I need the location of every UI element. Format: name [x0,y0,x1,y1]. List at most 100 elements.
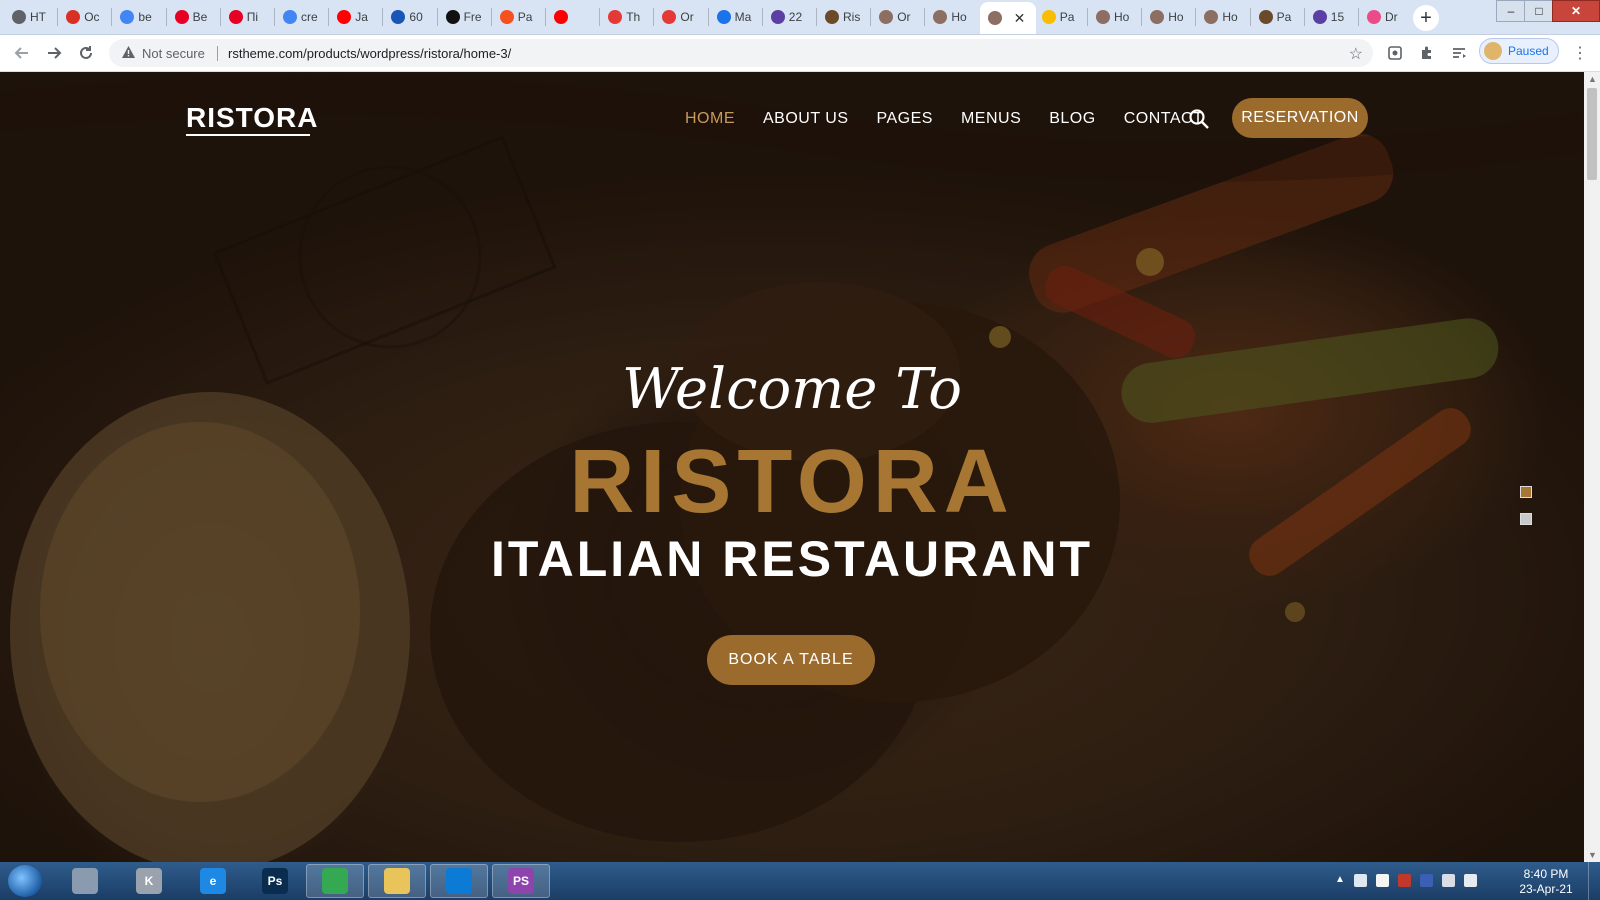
page-scrollbar[interactable]: ▲ ▼ [1584,72,1600,862]
browser-tab[interactable]: HT [4,4,54,30]
nav-home[interactable]: HOME [685,110,735,128]
new-tab-button[interactable]: + [1413,5,1439,31]
tab-title: cre [301,10,318,24]
browser-tab[interactable]: Fre [438,4,488,30]
browser-tab[interactable] [546,4,596,30]
browser-tab[interactable]: Ho [925,4,975,30]
warning-icon[interactable] [121,45,136,64]
taskbar-file-explorer-button[interactable] [368,864,426,898]
taskbar-internet-explorer-button[interactable]: e [184,864,242,898]
browser-tab[interactable]: Пі [221,4,271,30]
reading-list-icon[interactable] [1449,43,1469,63]
tab-title: 22 [788,10,803,24]
tab-title: Ho [1222,10,1238,24]
search-icon[interactable] [1188,108,1210,130]
security-label[interactable]: Not secure [142,46,205,61]
taskbar-chrome-button[interactable] [306,864,364,898]
language-flag-icon[interactable] [1420,874,1433,887]
browser-tab[interactable]: 22 [763,4,813,30]
browser-tab[interactable]: 60 [383,4,433,30]
browser-tab[interactable]: cre [275,4,325,30]
window-minimize-button[interactable]: – [1496,0,1526,22]
r-icon [879,10,894,24]
nav-pages[interactable]: PAGES [877,110,933,128]
dribbble-icon [1367,10,1381,24]
profile-paused-button[interactable]: Paused [1479,38,1559,64]
tray-chevron-icon[interactable]: ▲ [1335,874,1345,887]
browser-tab[interactable]: Pa [492,4,542,30]
slider-bullet-1[interactable] [1520,486,1532,498]
bookmark-star-icon[interactable]: ☆ [1349,44,1363,64]
mail-icon [716,10,731,24]
browser-tab[interactable]: Th [600,4,650,30]
browser-menu-icon[interactable]: ⋮ [1572,43,1588,63]
extensions-puzzle-icon[interactable] [1417,43,1437,63]
scroll-down-arrow-icon[interactable]: ▼ [1588,850,1597,860]
taskbar-k-app-button[interactable]: K [120,864,178,898]
tab-title: Pa [1276,10,1292,24]
network-error-icon[interactable] [1442,874,1455,887]
security-tray-icon[interactable] [1398,874,1411,887]
nav-blog[interactable]: BLOG [1049,110,1095,128]
pinterest-icon [174,10,189,24]
back-icon[interactable] [10,41,34,65]
volume-icon[interactable] [1354,874,1367,887]
book-a-table-button[interactable]: BOOK A TABLE [707,635,875,685]
u-icon [608,10,623,24]
phpstorm-icon: PS [508,868,534,894]
tab-title: Or [897,10,911,24]
nav-menus[interactable]: MENUS [961,110,1021,128]
taskbar-edge-button[interactable] [430,864,488,898]
logo-underline [186,134,310,136]
browser-tab[interactable]: Pa [1034,4,1084,30]
tab-close-icon[interactable]: ✕ [1014,10,1026,27]
taskbar-notepad-button[interactable] [56,864,114,898]
browser-tab[interactable]: Dr [1359,4,1409,30]
browser-tab[interactable]: Ma [709,4,759,30]
browser-tab[interactable]: Be [167,4,217,30]
chart-icon [1041,10,1056,24]
browser-tab[interactable]: Ja [329,4,379,30]
signal-icon[interactable] [1464,874,1477,887]
r-icon [933,10,948,24]
browser-tab[interactable]: be [112,4,162,30]
flag-icon[interactable] [1376,874,1389,887]
scroll-up-arrow-icon[interactable]: ▲ [1588,74,1597,84]
browser-tab[interactable]: Pa [1251,4,1301,30]
edge-icon [446,868,472,894]
scrollbar-thumb[interactable] [1587,88,1597,180]
taskbar-photoshop-button[interactable]: Ps [246,864,304,898]
browser-tab[interactable]: Ho [1088,4,1138,30]
windows-taskbar: Ke Ps PS ▲ 8:40 PM 23-Apr-21 [0,862,1600,900]
browser-tab[interactable]: Ho [1142,4,1192,30]
start-button[interactable] [8,865,42,897]
show-desktop-button[interactable] [1588,862,1600,900]
tab-title: be [138,10,152,24]
browser-tab[interactable]: 15 [1305,4,1355,30]
figure-icon [66,10,81,24]
tab-title: Pa [517,10,533,24]
browser-tab[interactable]: Or [871,4,921,30]
browser-tab[interactable]: ✕ [979,2,1036,34]
taskbar-clock[interactable]: 8:40 PM 23-Apr-21 [1513,867,1579,897]
window-maximize-button[interactable]: □ [1524,0,1554,22]
url-text[interactable]: rstheme.com/products/wordpress/ristora/h… [228,46,511,61]
address-bar[interactable]: Not secure rstheme.com/products/wordpres… [109,39,1373,67]
taskbar-phpstorm-button[interactable]: PS [492,864,550,898]
reservation-button[interactable]: RESERVATION [1232,98,1368,138]
slider-bullet-2[interactable] [1520,513,1532,525]
forward-icon[interactable] [42,41,66,65]
site-logo[interactable]: RISTORA [186,102,319,136]
browser-tab[interactable]: Ris [817,4,867,30]
browser-tab[interactable]: Oc [58,4,108,30]
browser-tab[interactable]: Or [654,4,704,30]
pinterest-icon [228,10,243,24]
window-close-button[interactable]: ✕ [1552,0,1600,22]
browser-tab[interactable]: Ho [1196,4,1246,30]
tab-title: Ho [1114,10,1130,24]
colorlib-icon [1312,10,1327,24]
tab-title: Dr [1385,10,1398,24]
extension-capture-icon[interactable] [1385,43,1405,63]
reload-icon[interactable] [74,41,98,65]
nav-about-us[interactable]: ABOUT US [763,110,849,128]
